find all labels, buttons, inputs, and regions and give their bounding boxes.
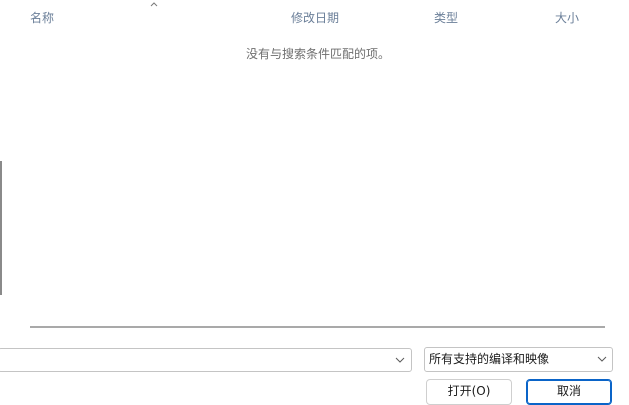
column-header-size[interactable]: 大小	[555, 10, 579, 26]
open-button[interactable]: 打开(O)	[426, 379, 512, 405]
filename-combobox[interactable]	[0, 348, 412, 372]
scrollbar[interactable]	[0, 161, 2, 295]
filename-input[interactable]	[3, 351, 383, 369]
chevron-up-icon	[150, 2, 158, 7]
chevron-down-icon[interactable]	[596, 353, 608, 365]
cancel-button[interactable]: 取消	[526, 379, 612, 405]
column-header-name[interactable]: 名称	[30, 10, 54, 26]
column-header-type[interactable]: 类型	[434, 10, 458, 26]
horizontal-scrollbar[interactable]	[30, 326, 605, 328]
file-list-header: 名称 修改日期 类型 大小	[0, 0, 629, 36]
file-type-select[interactable]: 所有支持的编译和映像	[424, 347, 613, 372]
empty-search-message: 没有与搜索条件匹配的项。	[245, 47, 390, 61]
file-type-selected-value: 所有支持的编译和映像	[429, 352, 550, 366]
column-header-modified[interactable]: 修改日期	[291, 10, 339, 26]
chevron-down-icon[interactable]	[394, 354, 406, 366]
